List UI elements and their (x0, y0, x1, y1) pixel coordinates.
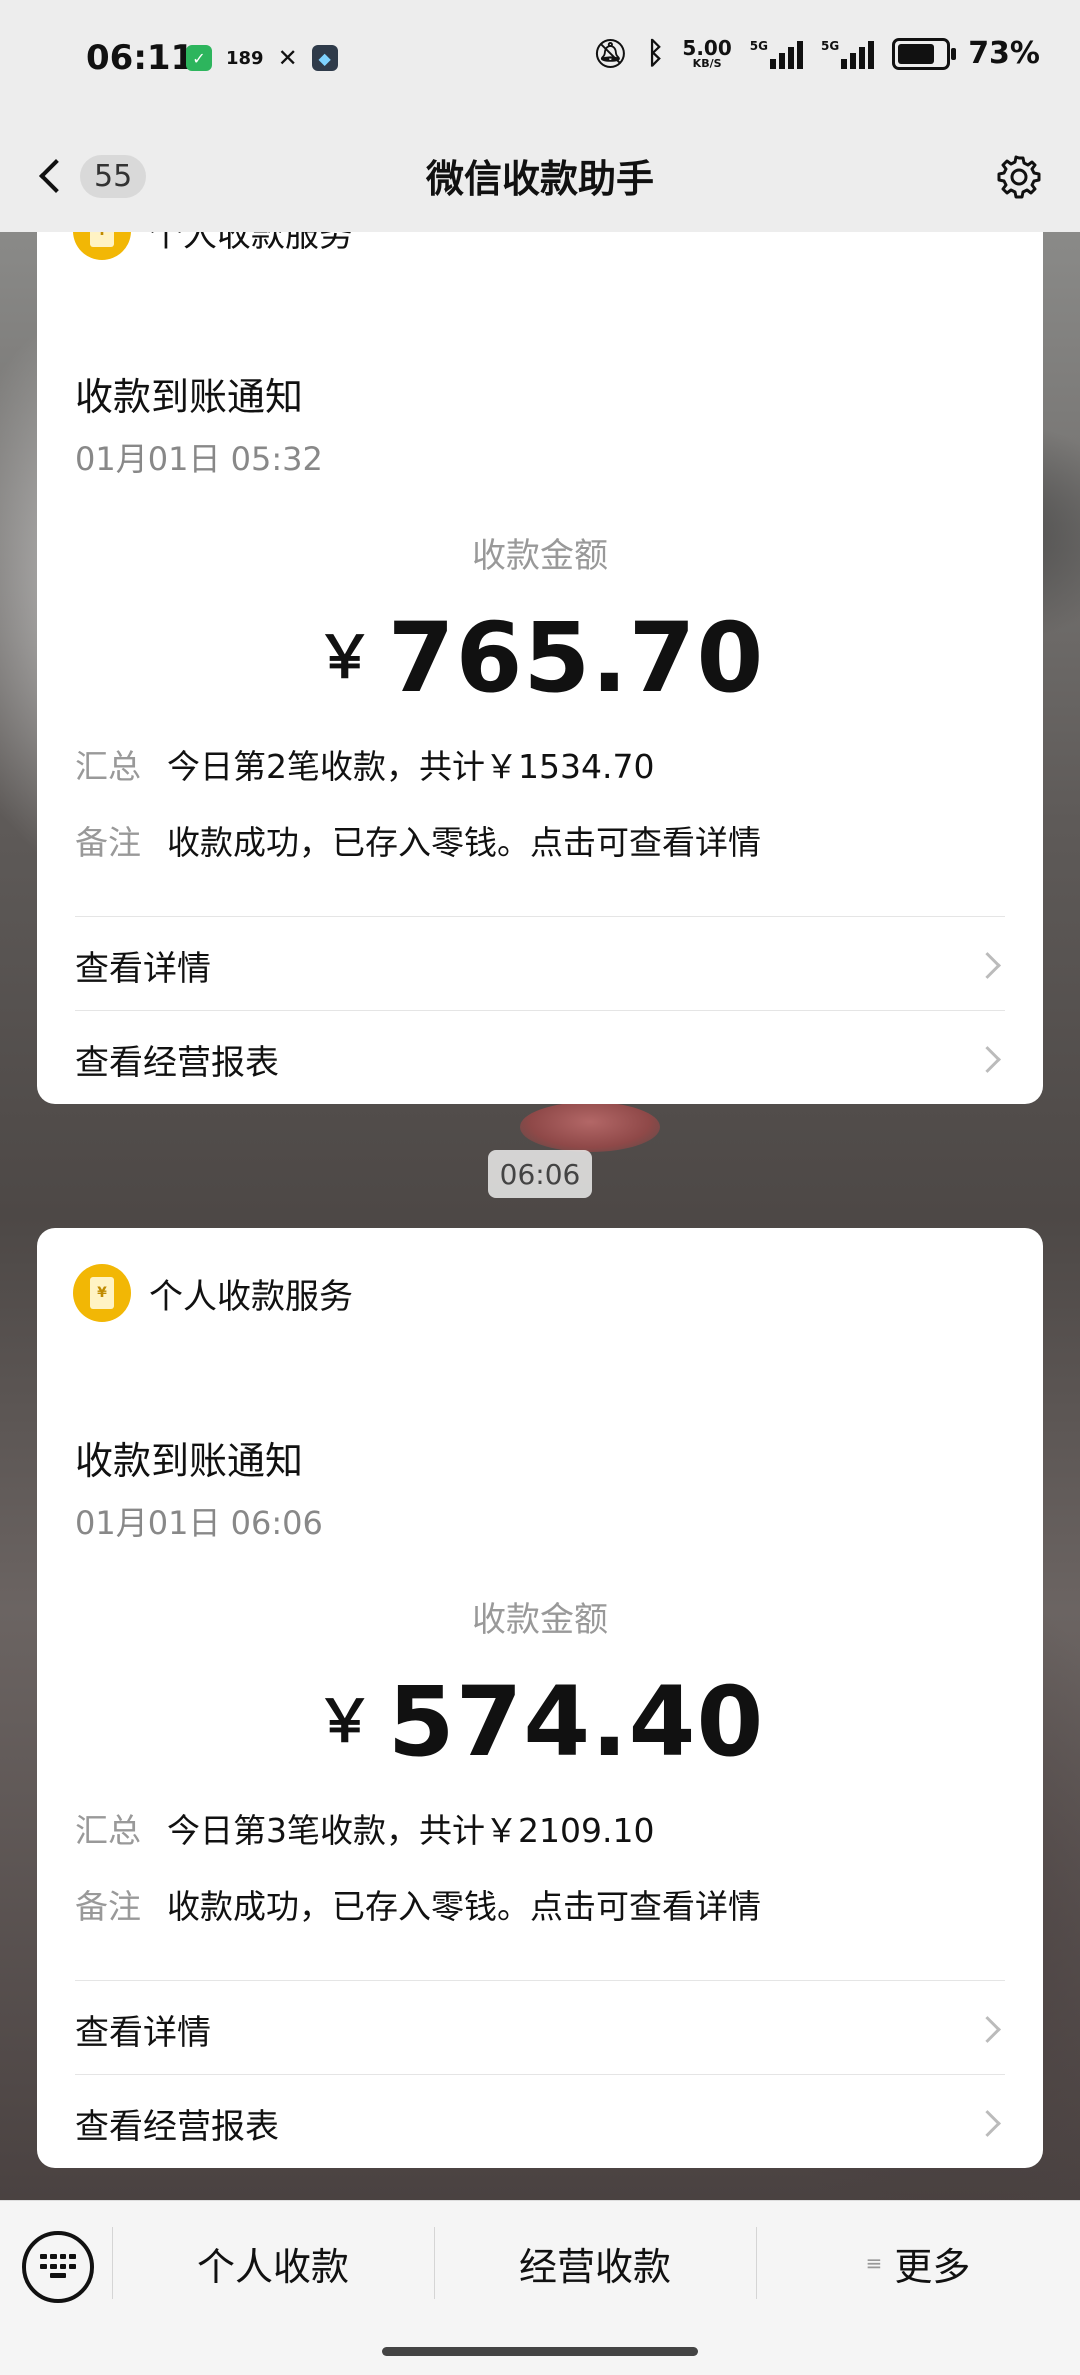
home-indicator[interactable] (382, 2347, 698, 2356)
notice-time: 01月01日 06:06 (75, 1504, 323, 1542)
summary-row: 汇总 今日第2笔收款，共计￥1534.70 (75, 740, 654, 788)
currency-symbol: ￥ (315, 623, 374, 691)
amount-label: 收款金额 (472, 1600, 608, 1640)
note-value: 收款成功，已存入零钱。点击可查看详情 (167, 1887, 761, 1926)
divider (75, 916, 1005, 917)
message-timestamp: 06:06 (488, 1150, 592, 1198)
status-right-icons: 🔕︎ ᛒ 5.00 KB/S 5G 5G 73% (593, 36, 1040, 71)
note-key: 备注 (75, 1887, 141, 1926)
divider (75, 1980, 1005, 1981)
app-notification-icon: ✕ (277, 44, 298, 72)
menu-business-payments[interactable]: 经营收款 (434, 2227, 756, 2299)
card-header: ¥ 个人收款服务 (73, 1264, 353, 1322)
amount-value: 574.40 (387, 1666, 765, 1778)
menu-more-label: 更多 (894, 2244, 971, 2289)
service-name: 个人收款服务 (149, 232, 353, 255)
mute-icon: 🔕︎ (592, 37, 629, 70)
note-value: 收款成功，已存入零钱。点击可查看详情 (167, 823, 761, 862)
carrier-189-icon: 189 (226, 47, 264, 69)
net-speed: 5.00 KB/S (682, 36, 732, 70)
status-left-icons: ✓ 189 ✕ ◆ (186, 44, 338, 72)
notice-title: 收款到账通知 (75, 375, 304, 419)
wallet-icon: ¥ (73, 232, 131, 260)
view-details-link[interactable]: 查看详情 (75, 920, 1005, 1010)
background-photo-detail (520, 1102, 660, 1152)
amount-label: 收款金额 (472, 536, 608, 576)
notice-time: 01月01日 05:32 (75, 440, 323, 478)
view-report-label: 查看经营报表 (75, 1042, 279, 1083)
menu-more[interactable]: ≡ 更多 (756, 2227, 1080, 2299)
app-shield-icon: ◆ (311, 45, 338, 71)
bottom-menu-bar: 个人收款 经营收款 ≡ 更多 (0, 2200, 1080, 2375)
currency-symbol: ￥ (315, 1687, 374, 1755)
note-row: 备注 收款成功，已存入零钱。点击可查看详情 (75, 1880, 761, 1928)
view-details-label: 查看详情 (75, 948, 211, 989)
card-header: ¥ 个人收款服务 (73, 232, 353, 260)
note-key: 备注 (75, 823, 141, 862)
status-bar: 06:11 ✓ 189 ✕ ◆ 🔕︎ ᛒ 5.00 KB/S 5G 5G 73% (0, 0, 1080, 120)
chevron-right-icon (974, 951, 1001, 979)
summary-key: 汇总 (75, 1811, 141, 1850)
keyboard-icon (40, 2254, 76, 2280)
view-report-label: 查看经营报表 (75, 2106, 279, 2147)
summary-row: 汇总 今日第3笔收款，共计￥2109.10 (75, 1804, 654, 1852)
submenu-icon: ≡ (865, 2251, 883, 2275)
amount: ￥ 765.70 (37, 602, 1043, 714)
amount-value: 765.70 (387, 602, 765, 714)
amount: ￥ 574.40 (37, 1666, 1043, 1778)
chevron-right-icon (974, 1045, 1001, 1073)
divider (75, 2074, 1005, 2075)
battery-percent: 73% (968, 36, 1040, 71)
status-time: 06:11 (86, 38, 195, 78)
signal-5g-2-icon: 5G (821, 39, 875, 69)
shield-icon: ✓ (186, 45, 212, 71)
bluetooth-icon: ᛒ (646, 36, 665, 71)
summary-key: 汇总 (75, 747, 141, 786)
note-row: 备注 收款成功，已存入零钱。点击可查看详情 (75, 816, 761, 864)
chevron-right-icon (974, 2109, 1001, 2137)
summary-value: 今日第3笔收款，共计￥2109.10 (167, 1811, 655, 1850)
summary-value: 今日第2笔收款，共计￥1534.70 (167, 747, 655, 786)
divider (75, 1010, 1005, 1011)
view-report-link[interactable]: 查看经营报表 (75, 1014, 1005, 1104)
service-name: 个人收款服务 (149, 1276, 353, 1317)
notice-title: 收款到账通知 (75, 1439, 304, 1483)
payment-card[interactable]: ¥ 个人收款服务 收款到账通知 01月01日 05:32 收款金额 ￥765.7… (37, 232, 1043, 1104)
payment-card[interactable]: ¥ 个人收款服务 收款到账通知 01月01日 06:06 收款金额 ￥ 574.4… (37, 1228, 1043, 2168)
signal-5g-1-icon: 5G (750, 39, 803, 69)
view-details-label: 查看详情 (75, 2012, 211, 2053)
gear-icon[interactable] (994, 152, 1044, 202)
menu-personal-payments[interactable]: 个人收款 (112, 2227, 434, 2299)
page-title: 微信收款助手 (425, 157, 654, 201)
nav-bar: 55 微信收款助手 (0, 120, 1080, 232)
view-report-link[interactable]: 查看经营报表 (75, 2078, 1005, 2168)
keyboard-toggle-button[interactable] (22, 2231, 94, 2303)
view-details-link[interactable]: 查看详情 (75, 1984, 1005, 2074)
chevron-right-icon (974, 2015, 1001, 2043)
wallet-icon: ¥ (73, 1264, 131, 1322)
battery-icon (892, 37, 957, 70)
